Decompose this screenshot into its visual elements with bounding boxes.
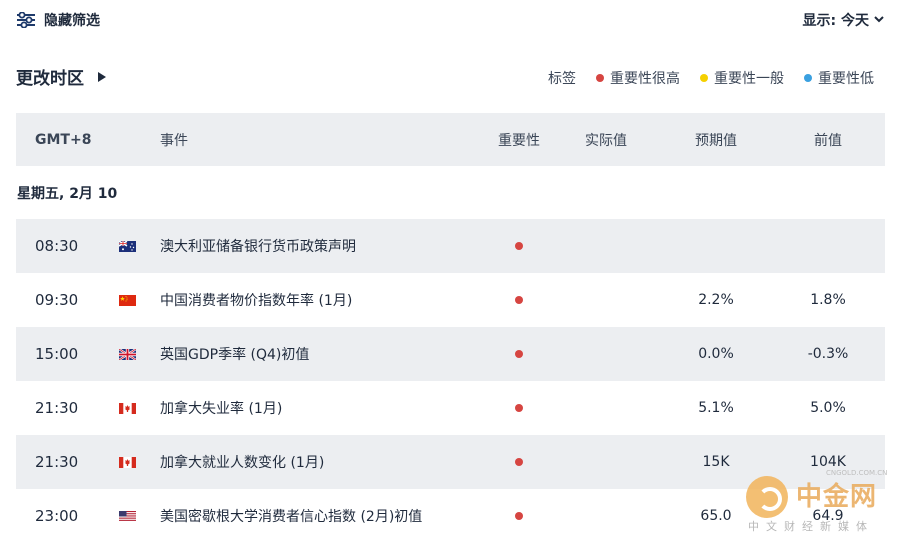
hide-filter-button[interactable]: 隐藏筛选 <box>16 10 100 30</box>
table-row[interactable]: 09:30 中国消费者物价指数年率 (1月) 2.2% 1.8% <box>16 273 885 327</box>
hide-filter-label: 隐藏筛选 <box>44 13 100 29</box>
previous-value: 1.8% <box>810 292 846 308</box>
watermark-subtitle: 中文财经新媒体 <box>748 520 874 533</box>
importance-high-dot-icon <box>489 327 549 381</box>
importance-high-dot-icon <box>489 381 549 435</box>
previous-value: -0.3% <box>807 346 849 362</box>
actual-value <box>566 381 646 435</box>
legend-label: 重要性低 <box>818 71 874 87</box>
header-time: GMT+8 <box>35 131 92 148</box>
event-name: 美国密歇根大学消费者信心指数 (2月)初值 <box>160 509 423 525</box>
importance-high-dot-icon <box>489 273 549 327</box>
event-time: 21:30 <box>35 399 79 417</box>
red-dot-icon <box>596 74 604 82</box>
display-period-select[interactable]: 显示: 今天 <box>803 10 885 30</box>
forecast-value: 2.2% <box>698 292 734 308</box>
table-row[interactable]: 15:00 英国GDP季率 (Q4)初值 0.0% -0.3% <box>16 327 885 381</box>
legend-title: 标签 <box>548 71 576 87</box>
sliders-icon <box>16 12 36 28</box>
importance-high-dot-icon <box>489 435 549 489</box>
event-name: 澳大利亚储备银行货币政策声明 <box>160 239 356 255</box>
forecast-value: 5.1% <box>698 400 734 416</box>
blue-dot-icon <box>804 74 812 82</box>
event-time: 23:00 <box>35 507 79 525</box>
previous-value <box>788 219 868 273</box>
importance-legend: 标签 重要性很高 重要性一般 重要性低 <box>548 68 874 88</box>
header-event: 事件 <box>160 132 188 149</box>
change-timezone-button[interactable]: 更改时区 <box>16 64 106 89</box>
table-row[interactable]: 08:30 澳大利亚储备银行货币政策声明 <box>16 219 885 273</box>
forecast-value: 0.0% <box>698 346 734 362</box>
header-importance: 重要性 <box>498 132 540 149</box>
table-row[interactable]: 21:30 加拿大失业率 (1月) 5.1% 5.0% <box>16 381 885 435</box>
event-time: 09:30 <box>35 291 79 309</box>
table-header: GMT+8 事件 重要性 实际值 预期值 前值 <box>16 113 885 166</box>
usa-flag-icon <box>119 489 139 543</box>
legend-item-low: 重要性低 <box>804 68 874 88</box>
yellow-dot-icon <box>700 74 708 82</box>
event-time: 21:30 <box>35 453 79 471</box>
legend-label: 重要性很高 <box>610 71 680 87</box>
uk-flag-icon <box>119 327 139 381</box>
forecast-value: 15K <box>702 454 730 470</box>
header-actual: 实际值 <box>585 132 627 149</box>
china-flag-icon <box>119 273 139 327</box>
display-period-label: 显示: 今天 <box>802 13 869 29</box>
top-bar: 隐藏筛选 显示: 今天 <box>0 0 903 44</box>
legend-item-medium: 重要性一般 <box>700 68 784 88</box>
event-time: 08:30 <box>35 237 79 255</box>
chevron-down-icon <box>873 12 885 28</box>
event-time: 15:00 <box>35 345 79 363</box>
previous-value: 5.0% <box>810 400 846 416</box>
event-name: 英国GDP季率 (Q4)初值 <box>160 347 310 363</box>
legend-item-high: 重要性很高 <box>596 68 680 88</box>
actual-value <box>566 435 646 489</box>
section-header: 更改时区 标签 重要性很高 重要性一般 重要性低 <box>16 64 886 92</box>
forecast-value: 65.0 <box>700 508 732 524</box>
header-forecast: 预期值 <box>695 132 737 149</box>
event-name: 加拿大就业人数变化 (1月) <box>160 455 325 471</box>
legend-label: 重要性一般 <box>714 71 784 87</box>
date-group-header: 星期五, 2月 10 <box>17 185 118 202</box>
canada-flag-icon <box>119 435 139 489</box>
play-icon <box>98 71 106 82</box>
actual-value <box>566 219 646 273</box>
change-timezone-label: 更改时区 <box>16 69 84 89</box>
cngold-logo-icon <box>746 476 788 518</box>
importance-high-dot-icon <box>489 489 549 543</box>
actual-value <box>566 273 646 327</box>
australia-flag-icon <box>119 219 139 273</box>
event-name: 加拿大失业率 (1月) <box>160 401 283 417</box>
header-previous: 前值 <box>814 132 842 149</box>
event-name: 中国消费者物价指数年率 (1月) <box>160 293 353 309</box>
cngold-watermark: CNGOLD.COM.CN 中金网 中文财经新媒体 <box>746 469 896 536</box>
actual-value <box>566 327 646 381</box>
actual-value <box>566 489 646 543</box>
watermark-name: 中金网 <box>796 482 878 512</box>
canada-flag-icon <box>119 381 139 435</box>
importance-high-dot-icon <box>489 219 549 273</box>
forecast-value <box>676 219 756 273</box>
